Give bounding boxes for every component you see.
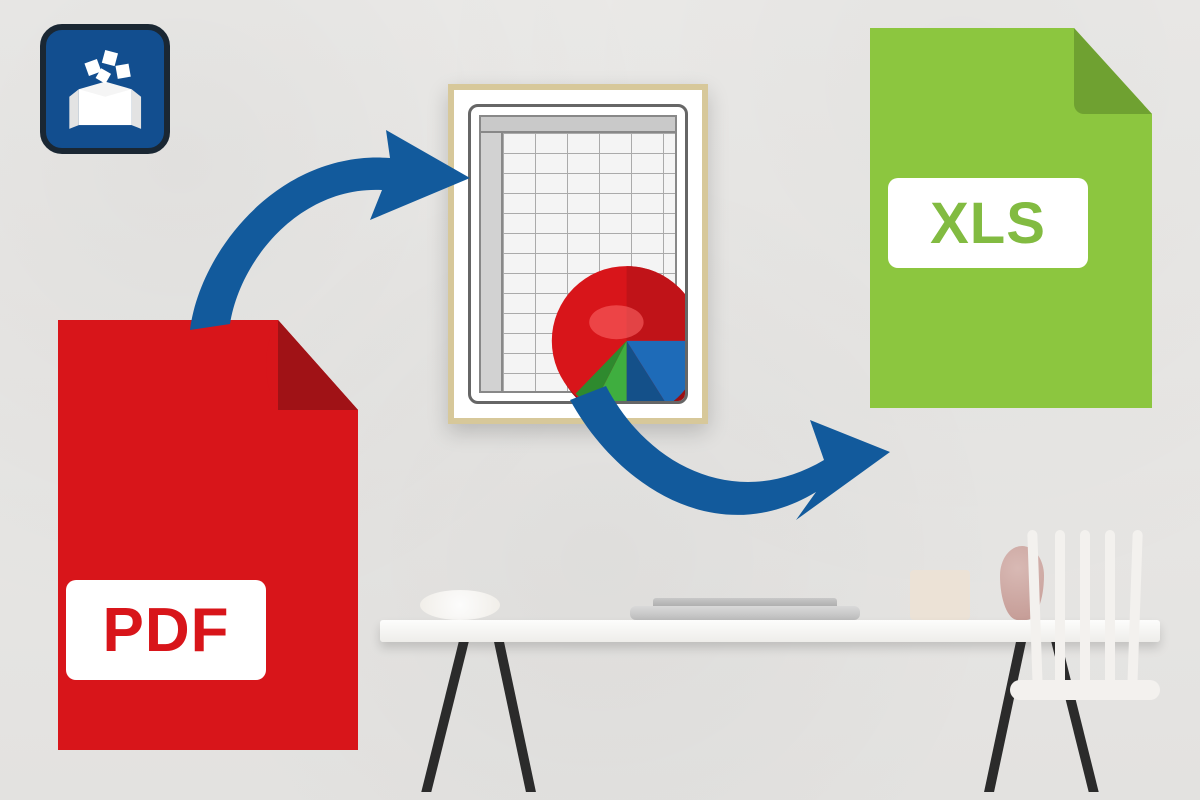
box-decor	[910, 570, 970, 620]
app-logo-icon	[40, 24, 170, 154]
pdf-label: PDF	[66, 580, 266, 680]
pdf-file-icon: PDF	[38, 320, 358, 750]
desk-scene	[380, 590, 1160, 800]
spreadsheet-with-pie-chart-icon	[468, 104, 688, 404]
arrow-spreadsheet-to-xls-icon	[560, 360, 900, 590]
xls-label: XLS	[888, 178, 1088, 268]
chair-decor	[1010, 530, 1160, 790]
flower-decor	[420, 590, 500, 620]
xls-file-icon: XLS	[852, 28, 1152, 408]
arrow-pdf-to-spreadsheet-icon	[170, 110, 490, 340]
